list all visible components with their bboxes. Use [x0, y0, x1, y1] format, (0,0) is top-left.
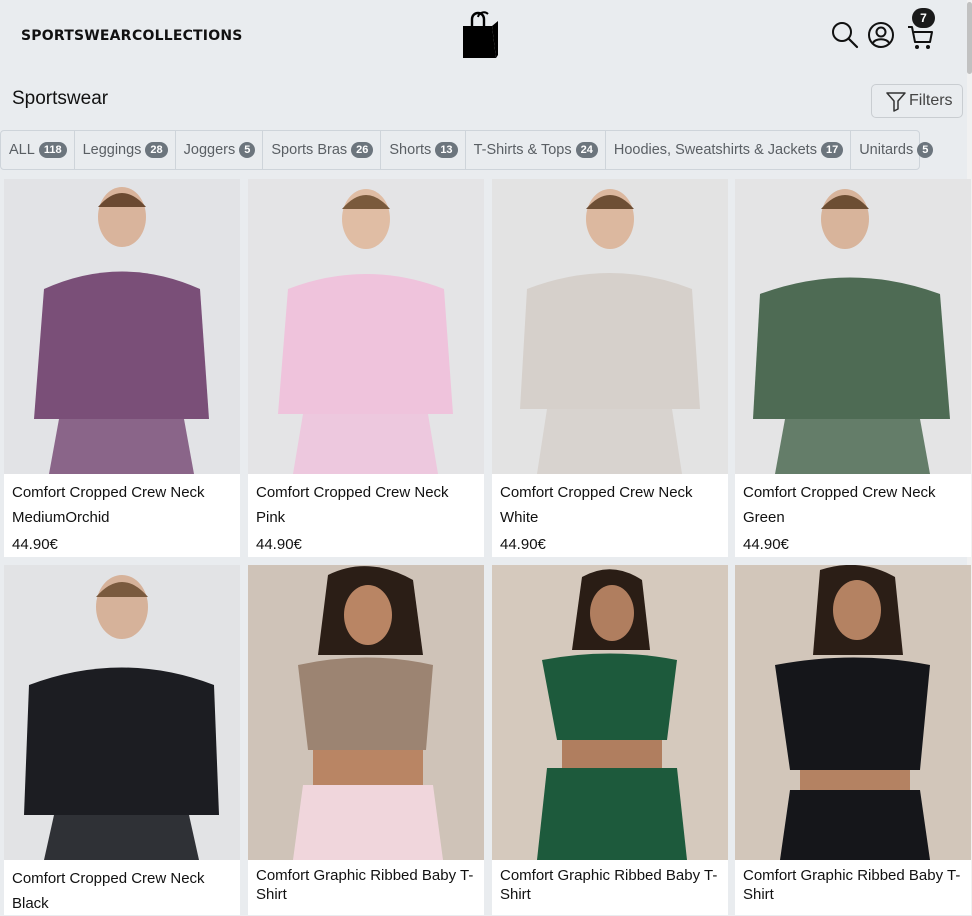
count-badge: 5 [917, 142, 934, 158]
category-tabs: ALL 118 Leggings 28 Joggers 5 Sports Bras 26… [0, 130, 934, 170]
page-title: Sportswear [12, 88, 109, 109]
product-image [492, 565, 728, 860]
product-image [248, 565, 484, 860]
tab-label: ALL [9, 142, 35, 158]
tab-label: Hoodies, Sweatshirts & Jackets [613, 142, 817, 158]
shopping-bag-logo-icon[interactable] [460, 11, 500, 59]
product-price: 44.90€ [256, 536, 302, 553]
product-card[interactable]: Comfort Cropped Crew Neck Green 44.90€ [735, 179, 971, 557]
product-price: 44.90€ [743, 536, 789, 553]
top-navigation: SPORTSWEAR COLLECTIONS 7 [0, 0, 972, 74]
product-card[interactable]: Comfort Cropped Crew Neck MediumOrchid 4… [4, 179, 240, 557]
tab-label: Joggers [183, 142, 236, 158]
product-name[interactable]: Comfort Cropped Crew Neck MediumOrchid [12, 480, 234, 530]
count-badge: 13 [435, 142, 458, 158]
tab-all[interactable]: ALL 118 [1, 131, 75, 169]
filters-button[interactable]: Filters [871, 84, 963, 118]
product-card[interactable]: Comfort Cropped Crew Neck Pink 44.90€ [248, 179, 484, 557]
tab-label: Leggings [82, 142, 142, 158]
count-badge: 17 [820, 142, 844, 158]
product-name[interactable]: Comfort Graphic Ribbed Baby T-Shirt [256, 866, 478, 904]
product-card[interactable]: Comfort Graphic Ribbed Baby T-Shirt [735, 565, 971, 915]
product-image [248, 179, 484, 474]
filters-label: Filters [909, 92, 953, 109]
product-card[interactable]: Comfort Graphic Ribbed Baby T-Shirt [248, 565, 484, 915]
product-price: 44.90€ [12, 536, 58, 553]
tab-label: Unitards [859, 142, 914, 158]
count-badge: 5 [239, 142, 256, 158]
search-icon[interactable] [830, 20, 860, 50]
tab-label: Sports Bras [271, 142, 348, 158]
product-name[interactable]: Comfort Graphic Ribbed Baby T-Shirt [500, 866, 722, 904]
tab-unitards[interactable]: Unitards 5 [851, 131, 940, 169]
product-image [4, 565, 240, 860]
product-card[interactable]: Comfort Cropped Crew Neck White 44.90€ [492, 179, 728, 557]
product-image [735, 179, 971, 474]
product-name[interactable]: Comfort Cropped Crew Neck Black [12, 866, 234, 916]
product-card[interactable]: Comfort Cropped Crew Neck Black [4, 565, 240, 915]
nav-link-collections[interactable]: COLLECTIONS [132, 28, 243, 44]
tab-label: T-Shirts & Tops [473, 142, 572, 158]
tab-tshirts-tops[interactable]: T-Shirts & Tops 24 [466, 131, 606, 169]
cart-count-badge: 7 [912, 8, 935, 28]
product-image [492, 179, 728, 474]
tab-leggings[interactable]: Leggings 28 [75, 131, 176, 169]
tab-joggers[interactable]: Joggers 5 [176, 131, 264, 169]
count-badge: 28 [145, 142, 168, 158]
product-name[interactable]: Comfort Cropped Crew Neck Pink [256, 480, 478, 530]
tab-label: Shorts [389, 142, 432, 158]
product-name[interactable]: Comfort Cropped Crew Neck White [500, 480, 722, 530]
product-card[interactable]: Comfort Graphic Ribbed Baby T-Shirt [492, 565, 728, 915]
tab-shorts[interactable]: Shorts 13 [381, 131, 466, 169]
product-image [735, 565, 971, 860]
product-image [4, 179, 240, 474]
product-price: 44.90€ [500, 536, 546, 553]
tab-sports-bras[interactable]: Sports Bras 26 [263, 131, 382, 169]
nav-link-sportswear[interactable]: SPORTSWEAR [21, 28, 132, 44]
count-badge: 24 [575, 142, 598, 158]
garment [34, 271, 209, 419]
count-badge: 118 [38, 142, 67, 158]
product-name[interactable]: Comfort Graphic Ribbed Baby T-Shirt [743, 866, 965, 904]
user-account-icon[interactable] [866, 20, 896, 50]
tab-hoodies[interactable]: Hoodies, Sweatshirts & Jackets 17 [606, 131, 852, 169]
filter-funnel-icon [886, 92, 906, 112]
count-badge: 26 [351, 142, 374, 158]
product-name[interactable]: Comfort Cropped Crew Neck Green [743, 480, 965, 530]
